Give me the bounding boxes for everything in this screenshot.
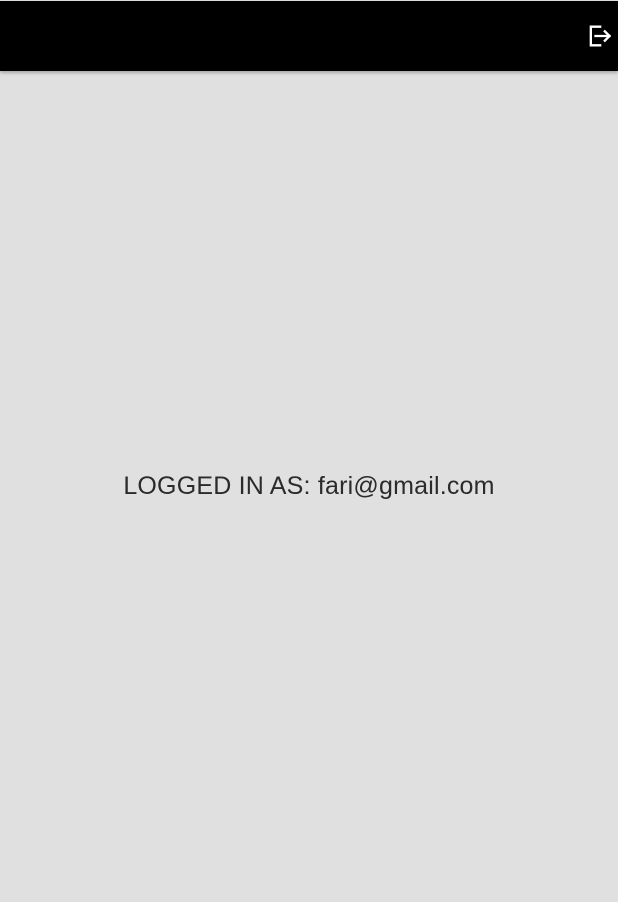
app-root: LOGGED IN AS: fari@gmail.com xyxy=(0,0,618,902)
logged-in-label: LOGGED IN AS: xyxy=(123,472,311,500)
top-app-bar xyxy=(0,1,618,71)
logout-button[interactable] xyxy=(584,21,614,51)
logged-in-status: LOGGED IN AS: fari@gmail.com xyxy=(0,472,618,501)
user-email: fari@gmail.com xyxy=(317,472,495,500)
logout-icon xyxy=(589,25,612,47)
main-content: LOGGED IN AS: fari@gmail.com xyxy=(0,71,618,902)
